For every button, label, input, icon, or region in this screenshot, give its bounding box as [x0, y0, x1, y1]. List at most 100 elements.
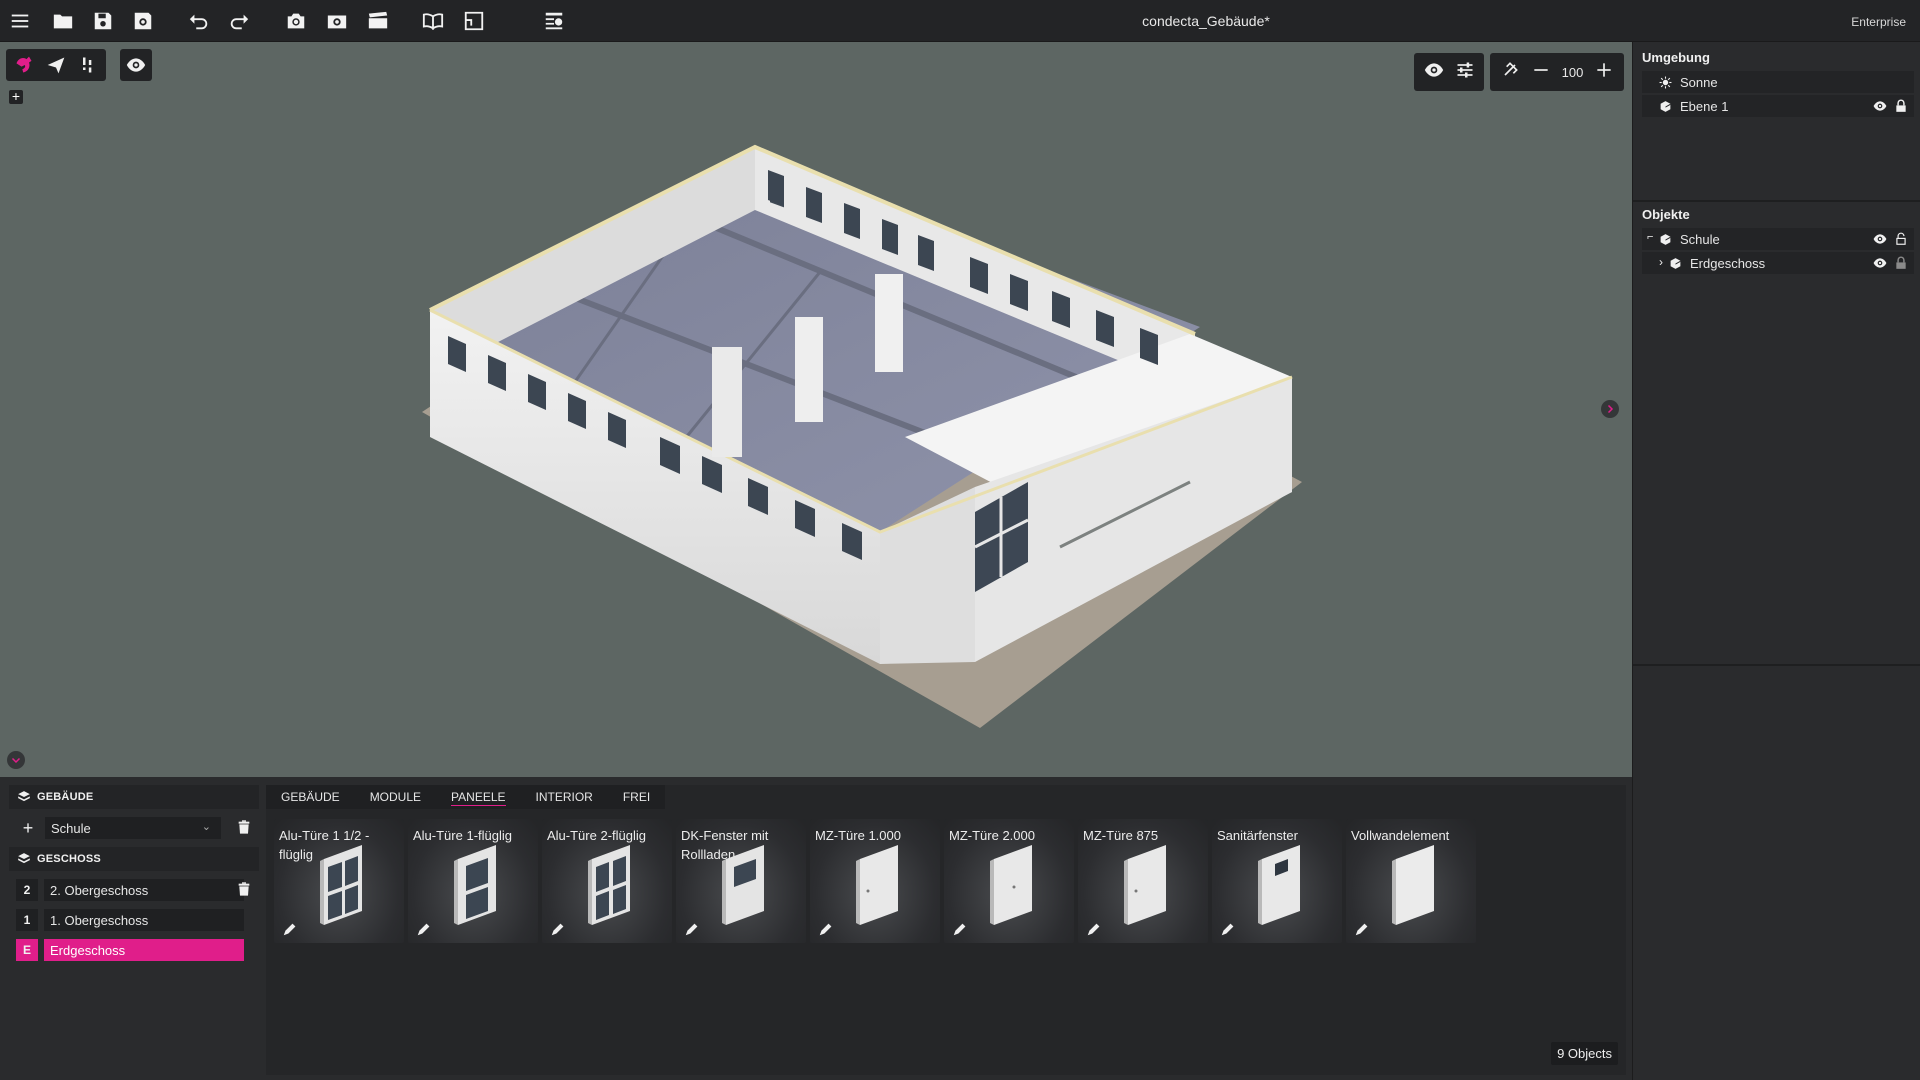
expand-right-panel-icon[interactable] [1601, 400, 1619, 418]
visibility-eye-icon[interactable] [1873, 256, 1887, 273]
layers-icon [18, 853, 30, 864]
library-item[interactable]: MZ-Türe 2.000 [944, 819, 1074, 943]
delete-floor-icon[interactable] [236, 881, 252, 897]
objects-heading: Objekte [1642, 207, 1690, 222]
floor-header: GESCHOSS [9, 847, 259, 871]
sliders-icon[interactable] [1455, 60, 1475, 85]
library-items: Alu-Türe 1 1/2 -flüglig Alu-Türe 1-flügl… [274, 819, 1476, 943]
camera-icon[interactable] [281, 6, 311, 36]
edit-pencil-icon[interactable] [550, 923, 564, 937]
environment-item-label: Ebene 1 [1680, 98, 1729, 114]
visibility-eye-icon[interactable] [1873, 99, 1887, 116]
building-dock: GEBÄUDE + Schule ⌄ GESCHOSS 2 2. Oberges… [9, 785, 259, 1075]
object-count: 9 Objects [1551, 1042, 1618, 1065]
building-select[interactable]: Schule ⌄ [45, 817, 221, 839]
tab-module[interactable]: MODULE [355, 785, 436, 809]
camera-settings-icon[interactable] [322, 6, 352, 36]
door-1-5-wing-icon [320, 845, 362, 925]
add-viewport-button[interactable]: + [9, 89, 23, 104]
chevron-down-icon: ⌄ [201, 821, 211, 833]
edit-pencil-icon[interactable] [1354, 923, 1368, 937]
door-2-wing-icon [588, 845, 630, 925]
delete-building-icon[interactable] [236, 819, 252, 835]
lock-icon[interactable] [1894, 99, 1908, 116]
object-item-schule[interactable]: ⌐ Schule [1642, 228, 1914, 250]
walk-icon[interactable] [74, 51, 102, 79]
redo-icon[interactable] [224, 6, 254, 36]
library-item[interactable]: Sanitärfenster [1212, 819, 1342, 943]
zoom-value: 100 [1561, 64, 1584, 80]
tab-paneele[interactable]: PANEELE [436, 785, 520, 809]
task-list-icon[interactable] [539, 6, 569, 36]
bottom-panel: GEBÄUDE + Schule ⌄ GESCHOSS 2 2. Oberges… [0, 777, 1632, 1080]
environment-heading: Umgebung [1642, 50, 1710, 65]
library-item[interactable]: Alu-Türe 1 1/2 -flüglig [274, 819, 404, 943]
save-icon[interactable] [88, 6, 118, 36]
full-wall-element-icon [1392, 845, 1434, 925]
edit-pencil-icon[interactable] [1086, 923, 1100, 937]
tab-gebaeude[interactable]: GEBÄUDE [266, 785, 355, 809]
library-item[interactable]: Vollwandelement [1346, 819, 1476, 943]
paper-plane-icon[interactable] [42, 51, 70, 79]
cube-icon [1658, 99, 1672, 113]
object-item-erdgeschoss[interactable]: › Erdgeschoss [1642, 252, 1914, 274]
floor-name[interactable]: 1. Obergeschoss [44, 909, 244, 931]
library-item[interactable]: Alu-Türe 2-flüglig [542, 819, 672, 943]
edit-pencil-icon[interactable] [1220, 923, 1234, 937]
library-item[interactable]: MZ-Türe 1.000 [810, 819, 940, 943]
lock-icon[interactable] [1894, 256, 1908, 273]
visibility-eye-icon[interactable] [1873, 232, 1887, 249]
pointer-tool-icon[interactable] [10, 51, 38, 79]
environment-item-ebene[interactable]: Ebene 1 [1642, 95, 1914, 117]
visibility-eye-icon[interactable] [1424, 60, 1444, 85]
collapse-bottom-panel-icon[interactable] [7, 751, 25, 769]
undo-icon[interactable] [184, 6, 214, 36]
edit-pencil-icon[interactable] [684, 923, 698, 937]
chevron-right-icon[interactable]: › [1659, 255, 1663, 269]
floor-row[interactable]: 2 2. Obergeschoss [9, 877, 259, 903]
app-window: condecta_Gebäude* Enterprise + 100 Umgeb… [0, 0, 1920, 1080]
view-mode-eye-icon[interactable] [120, 49, 152, 81]
object-item-label: Schule [1680, 231, 1720, 247]
floor-name[interactable]: Erdgeschoss [44, 939, 244, 961]
edit-pencil-icon[interactable] [282, 923, 296, 937]
save-settings-icon[interactable] [128, 6, 158, 36]
tab-interior[interactable]: INTERIOR [521, 785, 608, 809]
tab-frei[interactable]: FREI [608, 785, 665, 809]
menu-icon[interactable] [5, 6, 35, 36]
top-toolbar: condecta_Gebäude* Enterprise [0, 0, 1920, 42]
add-building-button[interactable]: + [17, 817, 39, 839]
book-icon[interactable] [418, 6, 448, 36]
layers-icon [18, 791, 30, 802]
library-item[interactable]: Alu-Türe 1-flüglig [408, 819, 538, 943]
environment-item-sun[interactable]: Sonne [1642, 71, 1914, 93]
building-select-value: Schule [51, 820, 91, 836]
zoom-out-icon[interactable] [1531, 60, 1551, 85]
edit-pencil-icon[interactable] [818, 923, 832, 937]
floor-number: 2 [16, 879, 38, 901]
floor-number: 1 [16, 909, 38, 931]
door-mz-icon [856, 845, 898, 925]
unlock-icon[interactable] [1894, 232, 1908, 249]
floor-name[interactable]: 2. Obergeschoss [44, 879, 244, 901]
library-tabs: GEBÄUDE MODULE PANEELE INTERIOR FREI [266, 785, 666, 809]
floorplan-icon[interactable] [459, 6, 489, 36]
edit-pencil-icon[interactable] [952, 923, 966, 937]
3d-viewport[interactable]: + 100 [0, 42, 1632, 777]
floor-number: E [16, 939, 38, 961]
window-shutter-icon [722, 845, 764, 925]
library-item[interactable]: DK-Fenster mit Rollladen [676, 819, 806, 943]
edit-pencil-icon[interactable] [416, 923, 430, 937]
panel-divider [1633, 200, 1920, 202]
scene-panel: Umgebung Sonne Ebene 1 Objekte ⌐ Schule [1632, 42, 1920, 1080]
edition-label: Enterprise [1851, 15, 1906, 29]
floor-row[interactable]: 1 1. Obergeschoss [9, 907, 259, 933]
magnet-snap-icon[interactable] [1500, 60, 1520, 85]
floor-row-selected[interactable]: E Erdgeschoss [9, 937, 259, 963]
open-folder-icon[interactable] [48, 6, 78, 36]
zoom-in-icon[interactable] [1594, 60, 1614, 85]
building-3d-model[interactable] [0, 42, 1632, 777]
tree-collapse-icon[interactable]: ⌐ [1647, 231, 1653, 243]
clapperboard-icon[interactable] [363, 6, 393, 36]
library-item[interactable]: MZ-Türe 875 [1078, 819, 1208, 943]
